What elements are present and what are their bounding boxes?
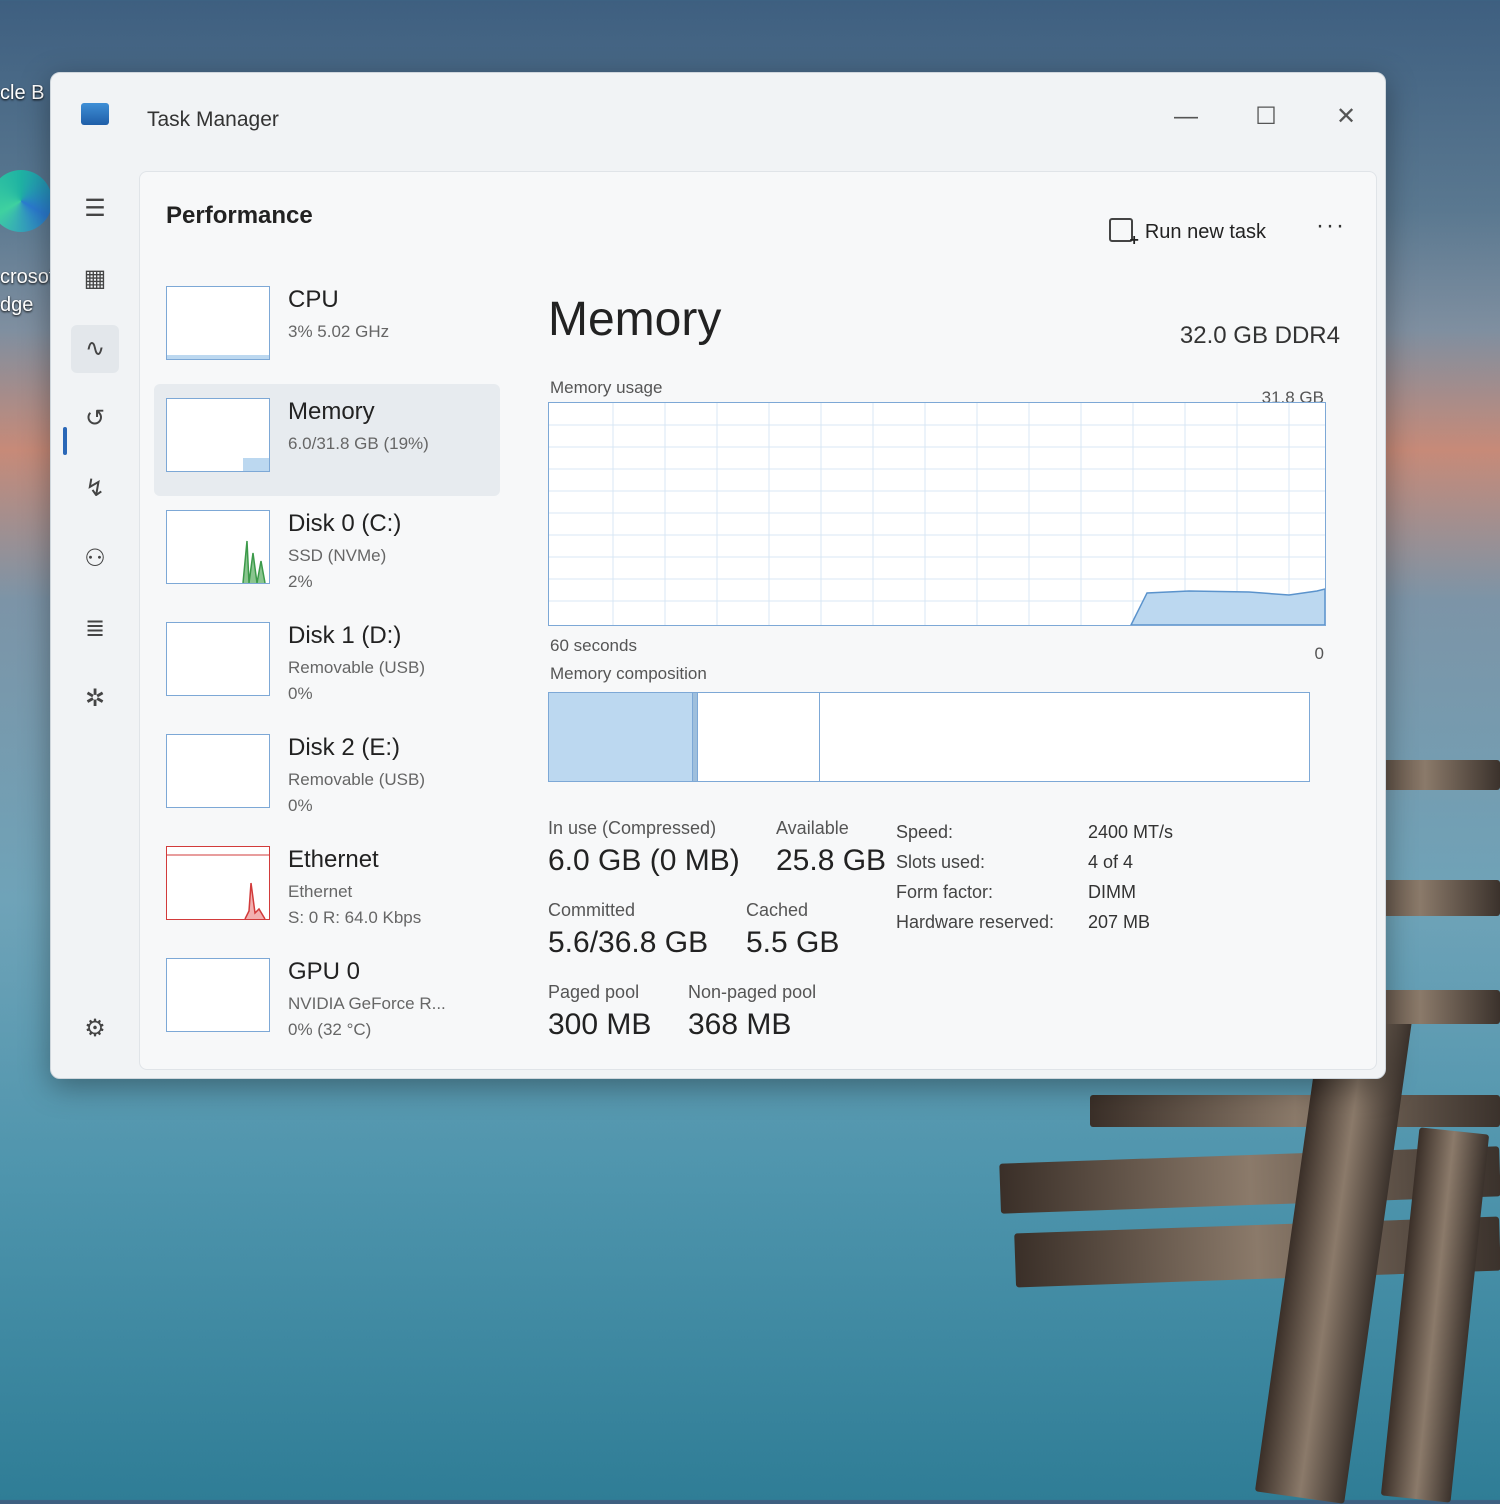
spec-hardware-reserved-label: Hardware reserved:	[896, 912, 1055, 932]
list-item-disk-2[interactable]: Disk 2 (E:) Removable (USB) 0%	[154, 720, 500, 832]
graph-axis-right: 0	[1314, 644, 1324, 663]
navigation-rail: ☰ ▦ ∿ ↺ ↯ ⚇ ≣ ✲ ⚙	[51, 165, 139, 1078]
non-paged-pool-label: Non-paged pool	[688, 982, 817, 1002]
list-item-disk-1[interactable]: Disk 1 (D:) Removable (USB) 0%	[154, 608, 500, 720]
spec-form-factor-value: DIMM	[1088, 882, 1136, 902]
ethernet-thumbnail-graph	[166, 846, 270, 920]
task-manager-window: Task Manager — ☐ ✕ ☰ ▦ ∿ ↺ ↯ ⚇ ≣ ✲ ⚙ Per…	[50, 72, 1386, 1079]
services-icon[interactable]: ✲	[71, 675, 119, 723]
memory-total: 32.0 GB DDR4	[1179, 322, 1340, 349]
spec-slots-label: Slots used:	[896, 852, 986, 872]
spec-form-factor-label: Form factor:	[896, 882, 994, 902]
run-new-task-button[interactable]: Run new task	[1108, 218, 1266, 250]
startup-apps-icon[interactable]: ↯	[71, 465, 119, 513]
memory-composition-label: Memory composition	[550, 664, 707, 683]
disk-0-type: SSD (NVMe)	[288, 546, 387, 565]
spec-speed-value: 2400 MT/s	[1088, 822, 1174, 842]
wallpaper-pier-plank	[1090, 1095, 1500, 1127]
in-use-label: In use (Compressed)	[548, 818, 717, 838]
paged-pool-value: 300 MB	[548, 1008, 652, 1041]
active-indicator	[63, 427, 67, 455]
cached-value: 5.5 GB	[746, 926, 840, 959]
maximize-button[interactable]: ☐	[1241, 97, 1291, 137]
page-title: Performance	[166, 202, 313, 229]
disk-0-thumbnail-graph	[166, 510, 270, 584]
ethernet-title: Ethernet	[288, 846, 379, 873]
memory-usage-graph-svg	[549, 403, 1325, 625]
memory-usage-area	[1130, 588, 1325, 625]
title-bar[interactable]: Task Manager — ☐ ✕	[51, 73, 1385, 165]
memory-thumbnail-graph	[166, 398, 270, 472]
non-paged-pool-value: 368 MB	[688, 1008, 792, 1041]
window-title: Task Manager	[147, 108, 279, 131]
disk-2-thumbnail-graph	[166, 734, 270, 808]
spec-hardware-reserved-value: 207 MB	[1088, 912, 1151, 932]
more-options-button[interactable]: ···	[1316, 212, 1346, 240]
graph-axis-left: 60 seconds	[550, 636, 637, 655]
run-task-icon	[1108, 218, 1139, 250]
memory-composition-bar	[548, 692, 1310, 782]
list-item-memory[interactable]: Memory 6.0/31.8 GB (19%)	[154, 384, 500, 496]
performance-page: Performance Run new task ··· CPU 3% 5.02…	[139, 171, 1377, 1070]
committed-value: 5.6/36.8 GB	[548, 926, 709, 959]
users-icon[interactable]: ⚇	[71, 535, 119, 583]
task-manager-icon	[81, 103, 109, 125]
disk-2-usage: 0%	[288, 796, 313, 815]
gpu-0-thumbnail-graph	[166, 958, 270, 1032]
list-item-disk-0[interactable]: Disk 0 (C:) SSD (NVMe) 2%	[154, 496, 500, 608]
disk-2-title: Disk 2 (E:)	[288, 734, 401, 761]
ethernet-throughput: S: 0 R: 64.0 Kbps	[288, 908, 422, 927]
list-item-cpu[interactable]: CPU 3% 5.02 GHz	[154, 272, 500, 384]
available-label: Available	[776, 818, 849, 838]
details-icon[interactable]: ≣	[71, 605, 119, 653]
list-item-gpu-0[interactable]: GPU 0 NVIDIA GeForce R... 0% (32 °C)	[154, 944, 500, 1056]
processes-icon[interactable]: ▦	[71, 255, 119, 303]
app-history-icon[interactable]: ↺	[71, 395, 119, 443]
disk-1-usage: 0%	[288, 684, 313, 703]
minimize-button[interactable]: —	[1161, 97, 1211, 137]
run-new-task-label: Run new task	[1144, 221, 1266, 243]
settings-icon[interactable]: ⚙	[71, 1005, 119, 1053]
desktop-recycle-bin-label[interactable]: cle B	[0, 82, 44, 105]
spec-slots-value: 4 of 4	[1088, 852, 1134, 872]
list-item-ethernet[interactable]: Ethernet Ethernet S: 0 R: 64.0 Kbps	[154, 832, 500, 944]
cpu-title: CPU	[288, 286, 339, 313]
available-value: 25.8 GB	[776, 844, 887, 877]
detail-title: Memory	[548, 293, 722, 346]
spec-speed-label: Speed:	[896, 822, 954, 842]
disk-1-thumbnail-graph	[166, 622, 270, 696]
ethernet-adapter: Ethernet	[288, 882, 353, 901]
composition-in-use	[549, 693, 693, 781]
disk-0-title: Disk 0 (C:)	[288, 510, 402, 537]
hamburger-menu-icon[interactable]: ☰	[71, 185, 119, 233]
composition-standby	[698, 693, 820, 781]
resource-list: CPU 3% 5.02 GHz Memory 6.0/31.8 GB (19%)…	[154, 272, 500, 1056]
cached-label: Cached	[746, 900, 809, 920]
disk-2-type: Removable (USB)	[288, 770, 425, 789]
gpu-0-title: GPU 0	[288, 958, 361, 985]
gpu-0-model: NVIDIA GeForce R...	[288, 994, 446, 1013]
close-button[interactable]: ✕	[1321, 97, 1371, 137]
performance-icon[interactable]: ∿	[71, 325, 119, 373]
disk-0-usage: 2%	[288, 572, 313, 591]
paged-pool-label: Paged pool	[548, 982, 640, 1002]
disk-1-type: Removable (USB)	[288, 658, 425, 677]
composition-free	[820, 693, 1309, 781]
in-use-value: 6.0 GB (0 MB)	[548, 844, 740, 877]
desktop-edge-label-1: crosof	[0, 266, 55, 288]
committed-label: Committed	[548, 900, 636, 920]
cpu-usage: 3% 5.02 GHz	[288, 322, 390, 341]
memory-usage: 6.0/31.8 GB (19%)	[288, 434, 429, 453]
disk-1-title: Disk 1 (D:)	[288, 622, 402, 649]
memory-usage-graph	[548, 402, 1326, 626]
memory-title: Memory	[288, 398, 375, 425]
gpu-0-usage: 0% (32 °C)	[288, 1020, 372, 1039]
cpu-thumbnail-graph	[166, 286, 270, 360]
memory-usage-label: Memory usage	[550, 378, 663, 397]
edge-desktop-icon[interactable]	[0, 170, 52, 232]
desktop-edge-label-2: dge	[0, 294, 34, 316]
